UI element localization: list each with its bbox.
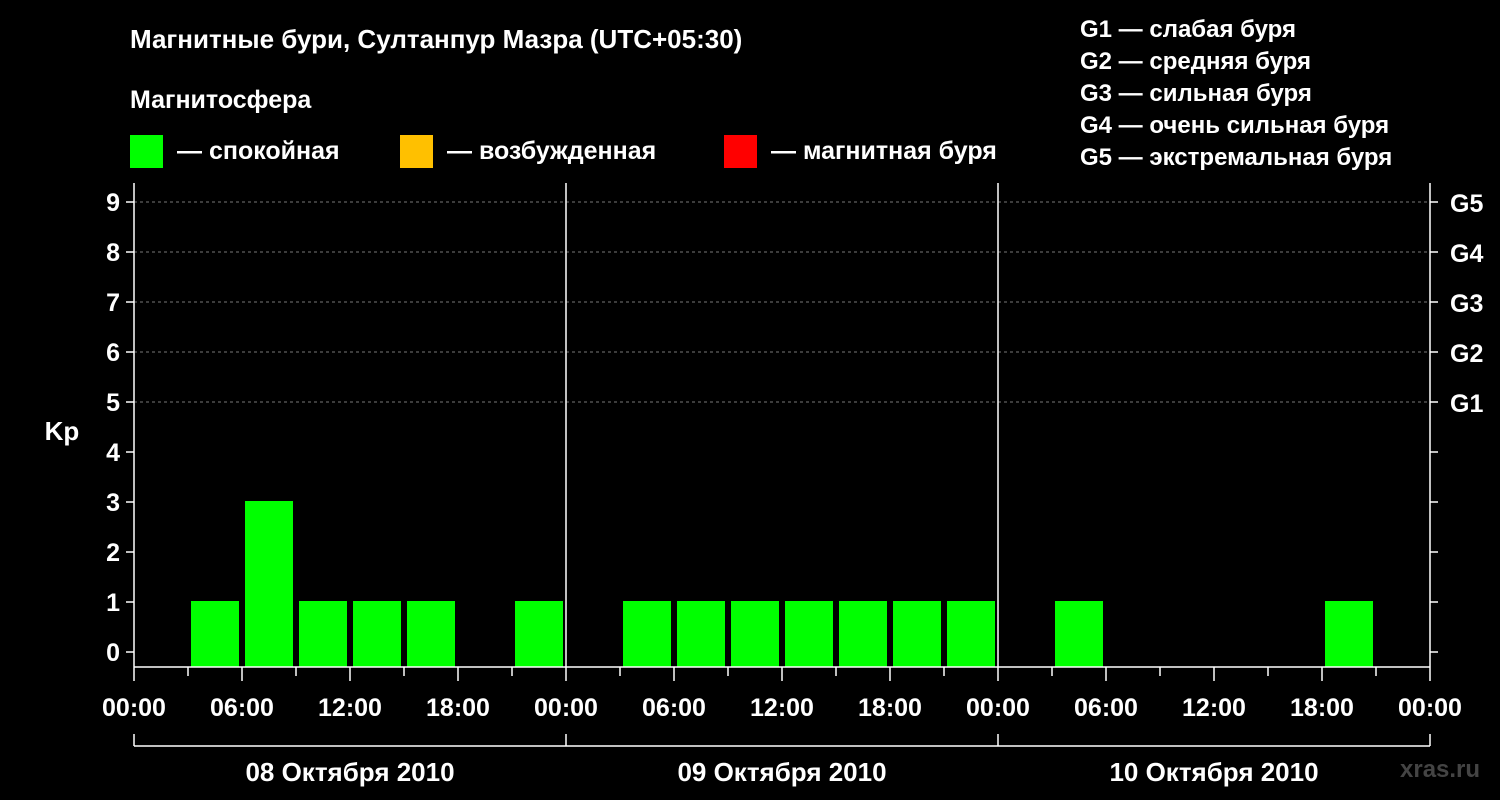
kp-bar bbox=[299, 601, 347, 667]
g-level-label: G4 bbox=[1450, 240, 1483, 268]
day-label: 08 Октября 2010 bbox=[245, 757, 454, 787]
x-tick-label: 18:00 bbox=[1290, 694, 1354, 722]
x-tick-label: 00:00 bbox=[966, 694, 1030, 722]
kp-bar-chart: 0 1 2 3 4 5 6 7 8 9 G1 G2 G3 G4 G5 Kp 00:00 06:00 12:00 18:… bbox=[45, 183, 1483, 787]
kp-bar bbox=[623, 601, 671, 667]
g-level-label: G5 bbox=[1450, 190, 1483, 218]
day-label: 09 Октября 2010 bbox=[677, 757, 886, 787]
x-tick-label: 00:00 bbox=[534, 694, 598, 722]
x-tick-label: 00:00 bbox=[1398, 694, 1462, 722]
x-tick-label: 18:00 bbox=[858, 694, 922, 722]
x-tick-label: 12:00 bbox=[750, 694, 814, 722]
y-tick-label: 4 bbox=[106, 439, 120, 467]
kp-bar bbox=[245, 501, 293, 667]
y-axis-label: Kp bbox=[45, 416, 80, 446]
x-tick-label: 12:00 bbox=[318, 694, 382, 722]
y-tick-label: 9 bbox=[106, 189, 120, 217]
x-tick-label: 12:00 bbox=[1182, 694, 1246, 722]
kp-bar bbox=[677, 601, 725, 667]
kp-bar bbox=[407, 601, 455, 667]
kp-bar bbox=[893, 601, 941, 667]
x-tick-label: 18:00 bbox=[426, 694, 490, 722]
kp-bar bbox=[191, 601, 239, 667]
kp-bar bbox=[1325, 601, 1373, 667]
kp-bar bbox=[731, 601, 779, 667]
kp-bar bbox=[947, 601, 995, 667]
y-tick-label: 8 bbox=[106, 239, 120, 267]
kp-bar bbox=[839, 601, 887, 667]
kp-bar bbox=[353, 601, 401, 667]
x-tick-label: 06:00 bbox=[642, 694, 706, 722]
watermark: xras.ru bbox=[1400, 756, 1481, 783]
x-tick-label: 00:00 bbox=[102, 694, 166, 722]
y-tick-label: 2 bbox=[106, 539, 120, 567]
y-tick-label: 6 bbox=[106, 339, 120, 367]
y-tick-label: 7 bbox=[106, 289, 120, 317]
x-tick-label: 06:00 bbox=[1074, 694, 1138, 722]
x-tick-label: 06:00 bbox=[210, 694, 274, 722]
y-tick-label: 1 bbox=[106, 589, 120, 617]
g-level-label: G3 bbox=[1450, 290, 1483, 318]
y-tick-label: 5 bbox=[106, 389, 120, 417]
kp-bar bbox=[785, 601, 833, 667]
y-tick-label: 0 bbox=[106, 639, 120, 667]
y-tick-label: 3 bbox=[106, 489, 120, 517]
day-label: 10 Октября 2010 bbox=[1109, 757, 1318, 787]
g-level-label: G1 bbox=[1450, 390, 1483, 418]
kp-bar bbox=[515, 601, 563, 667]
kp-bar bbox=[1055, 601, 1103, 667]
g-level-label: G2 bbox=[1450, 340, 1483, 368]
